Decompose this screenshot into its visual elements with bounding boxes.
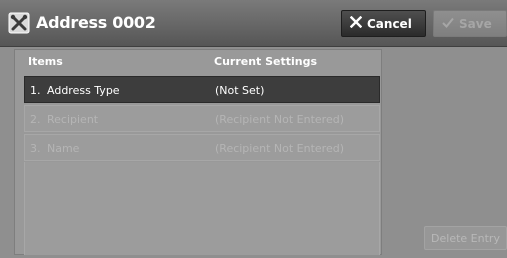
items-column-header: Items [28,55,63,68]
list-item-recipient: 2. Recipient (Recipient Not Entered) [24,105,380,132]
item-number: 1. [30,84,41,97]
settings-list-panel: Items Current Settings 1. Address Type (… [14,49,382,255]
save-button[interactable]: Save [433,10,507,37]
title-bar: Address 0002 Cancel Save [0,0,507,47]
item-value: (Not Set) [215,84,265,97]
item-value: (Recipient Not Entered) [215,113,344,126]
delete-entry-label: Delete Entry [431,231,500,245]
current-settings-column-header: Current Settings [214,55,318,68]
item-label: Recipient [47,113,99,126]
empty-list-area [24,162,380,255]
item-label: Address Type [47,84,120,97]
cancel-button[interactable]: Cancel [341,10,426,37]
page-title: Address 0002 [36,13,156,32]
save-button-label: Save [459,16,492,31]
item-number: 3. [30,142,41,155]
item-label: Name [47,142,80,155]
list-item-name: 3. Name (Recipient Not Entered) [24,134,380,161]
delete-entry-button[interactable]: Delete Entry [424,226,507,250]
close-icon [342,15,367,31]
checkmark-icon [434,17,459,31]
item-value: (Recipient Not Entered) [215,142,344,155]
item-number: 2. [30,113,41,126]
list-item-address-type[interactable]: 1. Address Type (Not Set) [24,76,380,103]
list-header: Items Current Settings [15,50,381,74]
cancel-button-label: Cancel [367,16,412,31]
address-book-tools-icon [8,12,30,34]
